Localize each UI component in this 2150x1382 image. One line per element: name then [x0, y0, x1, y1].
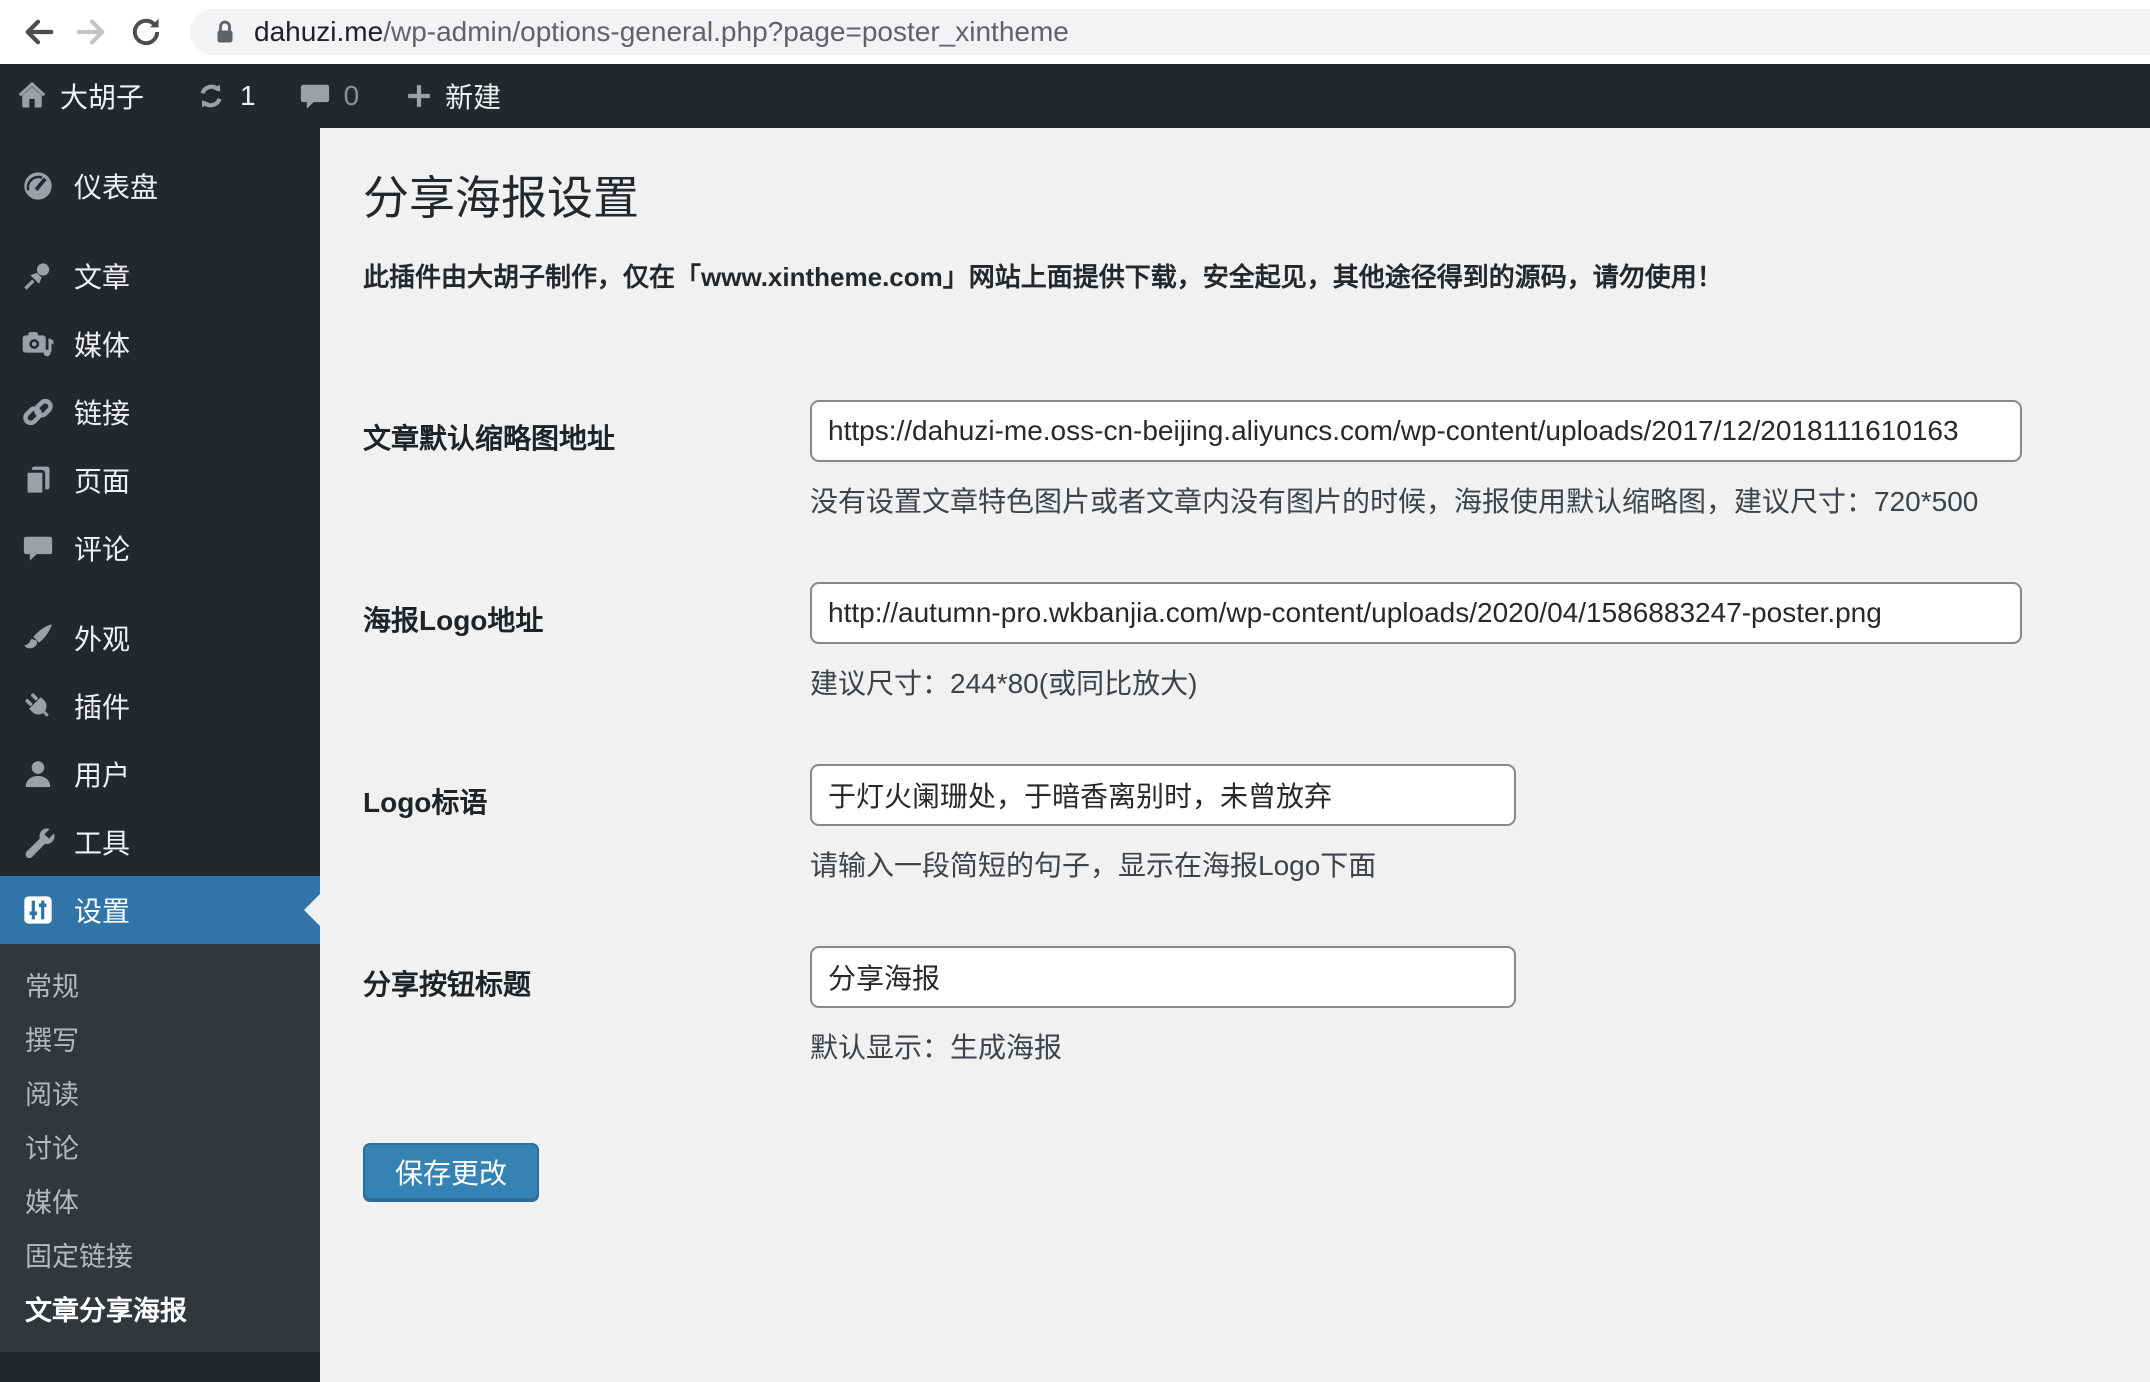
wp-admin-bar: 大胡子 1 0 新建 — [0, 64, 2150, 128]
form-row-logo-slogan: Logo标语 请输入一段简短的句子，显示在海报Logo下面 — [363, 764, 2150, 884]
lock-icon — [210, 17, 240, 47]
adminbar-comments[interactable]: 0 — [298, 64, 360, 128]
submenu-item-permalinks[interactable]: 固定链接 — [0, 1230, 320, 1284]
poster-settings-form: 文章默认缩略图地址 没有设置文章特色图片或者文章内没有图片的时候，海报使用默认缩… — [363, 400, 2150, 1200]
field-label: Logo标语 — [363, 787, 488, 818]
pages-icon — [20, 462, 56, 498]
plug-icon — [20, 688, 56, 724]
menu-separator — [0, 582, 320, 604]
plugin-notice: 此插件由大胡子制作，仅在「www.xintheme.com」网站上面提供下载，安… — [363, 262, 1723, 292]
submenu-item-general[interactable]: 常规 — [0, 960, 320, 1014]
adminbar-site-link[interactable]: 大胡子 — [14, 64, 144, 128]
sidebar-item-label: 外观 — [74, 624, 131, 655]
settings-page: 分享海报设置 此插件由大胡子制作，仅在「www.xintheme.com」网站上… — [320, 128, 2150, 1382]
sidebar-item-tools[interactable]: 工具 — [0, 808, 320, 876]
sidebar-item-posts[interactable]: 文章 — [0, 242, 320, 310]
admin-sidebar: 仪表盘 文章 媒体 链接 页面 评论 外观 插件 用户 工具 设置 常规 撰写 … — [0, 128, 320, 1382]
field-help: 建议尺寸：244*80(或同比放大) — [810, 668, 1198, 699]
site-name: 大胡子 — [60, 82, 145, 113]
sidebar-item-appearance[interactable]: 外观 — [0, 604, 320, 672]
sidebar-item-label: 媒体 — [74, 330, 131, 361]
browser-back-button[interactable] — [18, 12, 58, 52]
update-count: 1 — [240, 80, 256, 111]
camera-icon — [20, 326, 56, 362]
chain-link-icon — [20, 394, 56, 430]
settings-submenu: 常规 撰写 阅读 讨论 媒体 固定链接 文章分享海报 — [0, 944, 320, 1352]
settings-sliders-icon — [20, 892, 56, 928]
field-help: 没有设置文章特色图片或者文章内没有图片的时候，海报使用默认缩略图，建议尺寸：72… — [810, 486, 1979, 517]
logo-url-input[interactable] — [810, 582, 2022, 644]
sidebar-item-label: 仪表盘 — [74, 172, 159, 203]
field-help: 请输入一段简短的句子，显示在海报Logo下面 — [810, 850, 1377, 881]
submenu-item-reading[interactable]: 阅读 — [0, 1068, 320, 1122]
user-icon — [20, 756, 56, 792]
comments-icon — [20, 530, 56, 566]
save-changes-button[interactable]: 保存更改 — [363, 1143, 540, 1200]
sidebar-item-dashboard[interactable]: 仪表盘 — [0, 152, 320, 220]
submenu-item-media[interactable]: 媒体 — [0, 1176, 320, 1230]
update-icon — [194, 79, 228, 113]
home-icon — [14, 78, 50, 114]
sidebar-item-label: 评论 — [74, 534, 131, 565]
address-bar[interactable]: dahuzi.me/wp-admin/options-general.php?p… — [190, 9, 2150, 55]
submenu-item-writing[interactable]: 撰写 — [0, 1014, 320, 1068]
comment-bubble-icon — [298, 79, 332, 113]
field-label: 文章默认缩略图地址 — [363, 423, 616, 454]
url-path: /wp-admin/options-general.php?page=poste… — [383, 16, 1069, 47]
new-label: 新建 — [445, 82, 502, 113]
sidebar-item-comments[interactable]: 评论 — [0, 514, 320, 582]
sidebar-item-label: 链接 — [74, 398, 131, 429]
adminbar-updates[interactable]: 1 — [194, 64, 256, 128]
forward-arrow-icon — [76, 19, 105, 45]
menu-separator — [0, 220, 320, 242]
logo-slogan-input[interactable] — [810, 764, 1516, 826]
field-label: 海报Logo地址 — [363, 605, 544, 636]
form-row-share-button-title: 分享按钮标题 默认显示：生成海报 — [363, 946, 2150, 1066]
thumbnail-url-input[interactable] — [810, 400, 2022, 462]
field-label: 分享按钮标题 — [363, 969, 532, 1000]
sidebar-item-label: 工具 — [74, 828, 131, 859]
form-row-thumbnail-url: 文章默认缩略图地址 没有设置文章特色图片或者文章内没有图片的时候，海报使用默认缩… — [363, 400, 2150, 520]
sidebar-item-users[interactable]: 用户 — [0, 740, 320, 808]
sidebar-item-media[interactable]: 媒体 — [0, 310, 320, 378]
sidebar-item-plugins[interactable]: 插件 — [0, 672, 320, 740]
browser-forward-button[interactable] — [72, 12, 112, 52]
wrench-icon — [20, 824, 56, 860]
submenu-item-poster[interactable]: 文章分享海报 — [0, 1284, 320, 1338]
sidebar-item-pages[interactable]: 页面 — [0, 446, 320, 514]
sidebar-item-label: 文章 — [74, 262, 131, 293]
reload-icon — [132, 18, 160, 46]
plus-icon — [403, 80, 435, 112]
paintbrush-icon — [20, 620, 56, 656]
dashboard-icon — [20, 168, 56, 204]
sidebar-item-settings[interactable]: 设置 — [0, 876, 320, 944]
comment-count: 0 — [343, 80, 360, 111]
page-title: 分享海报设置 — [363, 172, 639, 224]
sidebar-item-label: 插件 — [74, 692, 131, 723]
sidebar-item-links[interactable]: 链接 — [0, 378, 320, 446]
browser-reload-button[interactable] — [126, 12, 166, 52]
adminbar-new-button[interactable]: 新建 — [403, 64, 501, 128]
share-button-title-input[interactable] — [810, 946, 1516, 1008]
field-help: 默认显示：生成海报 — [810, 1032, 1063, 1063]
back-arrow-icon — [25, 19, 54, 45]
submenu-item-discussion[interactable]: 讨论 — [0, 1122, 320, 1176]
url-domain: dahuzi.me — [254, 16, 384, 47]
form-row-logo-url: 海报Logo地址 建议尺寸：244*80(或同比放大) — [363, 582, 2150, 702]
pushpin-icon — [20, 258, 56, 294]
sidebar-item-label: 用户 — [74, 760, 131, 791]
sidebar-item-label: 设置 — [74, 896, 131, 927]
sidebar-item-label: 页面 — [74, 466, 131, 497]
browser-chrome: dahuzi.me/wp-admin/options-general.php?p… — [0, 0, 2150, 64]
